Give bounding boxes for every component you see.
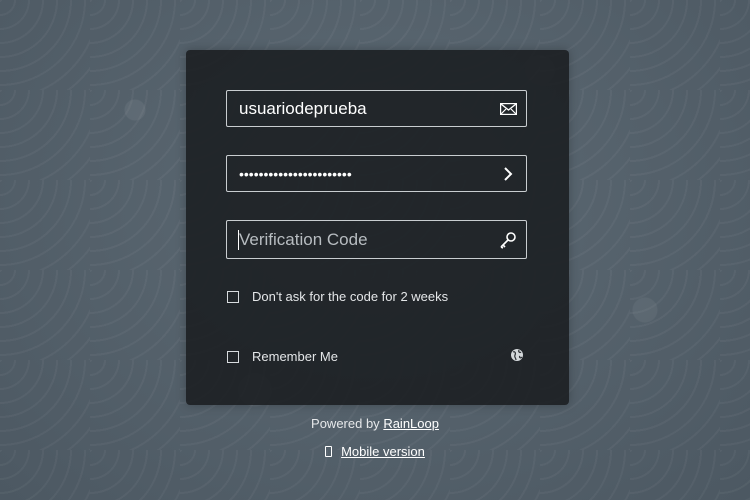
two-weeks-checkbox[interactable] bbox=[227, 290, 239, 303]
remember-me-label: Remember Me bbox=[252, 349, 338, 364]
login-input[interactable] bbox=[227, 91, 490, 126]
rainloop-link[interactable]: RainLoop bbox=[383, 416, 439, 431]
verification-code-field[interactable] bbox=[226, 220, 527, 259]
mobile-version-link[interactable]: Mobile version bbox=[341, 444, 425, 459]
two-weeks-checkbox-row[interactable]: Don't ask for the code for 2 weeks bbox=[227, 289, 448, 304]
mobile-version-footer: Mobile version bbox=[0, 444, 750, 459]
login-panel: Don't ask for the code for 2 weeks Remem… bbox=[186, 50, 569, 405]
password-input[interactable] bbox=[227, 156, 490, 191]
remember-me-checkbox[interactable] bbox=[227, 350, 239, 363]
login-screen: { "login_form": { "login_value": "usuari… bbox=[0, 0, 750, 500]
verification-code-input[interactable] bbox=[227, 221, 490, 258]
globe-icon[interactable] bbox=[509, 347, 525, 363]
envelope-icon bbox=[490, 91, 526, 126]
powered-by-text: Powered by bbox=[311, 416, 380, 431]
key-icon bbox=[490, 221, 526, 258]
two-weeks-label: Don't ask for the code for 2 weeks bbox=[252, 289, 449, 304]
remember-me-checkbox-row[interactable]: Remember Me bbox=[227, 349, 338, 364]
chevron-right-icon[interactable] bbox=[490, 156, 526, 191]
powered-by-footer: Powered by RainLoop bbox=[0, 416, 750, 431]
text-caret bbox=[238, 230, 239, 250]
password-field[interactable] bbox=[226, 155, 527, 192]
phone-icon bbox=[325, 446, 333, 457]
login-field[interactable] bbox=[226, 90, 527, 127]
